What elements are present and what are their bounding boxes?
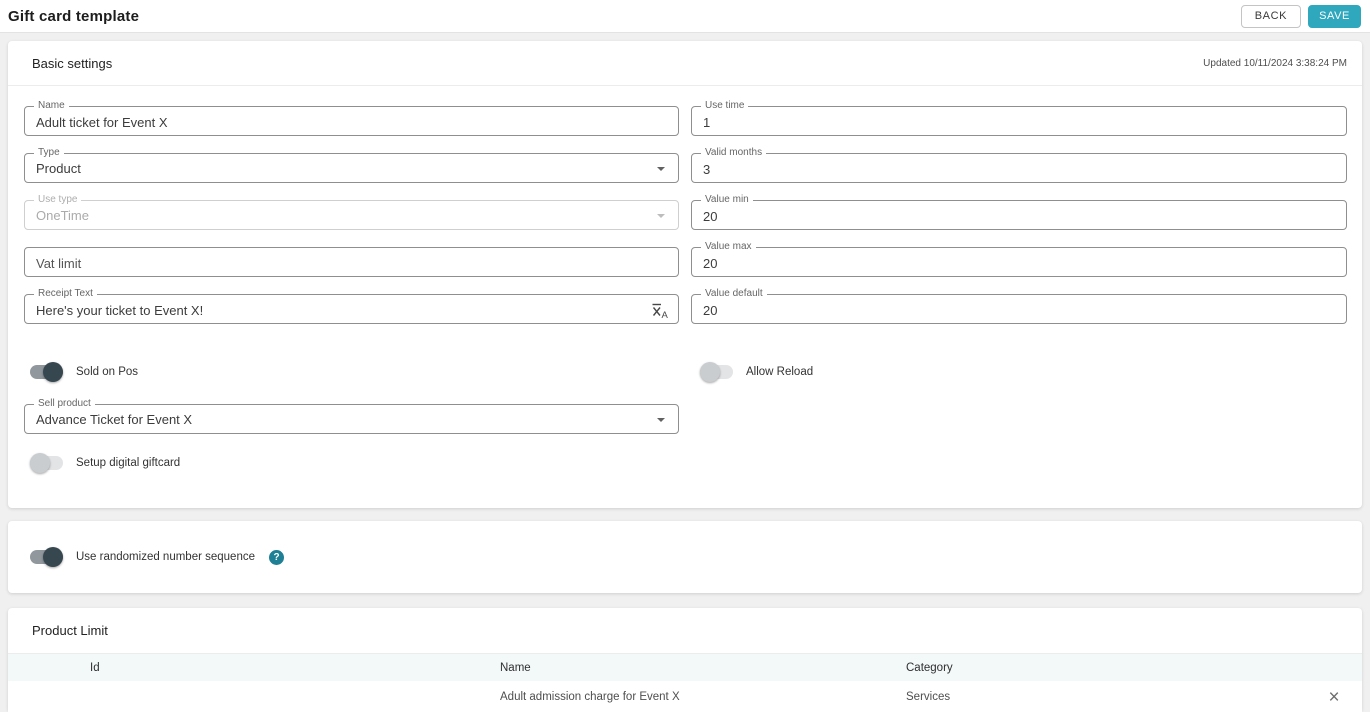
type-select[interactable]: Type Product bbox=[24, 147, 679, 183]
column-header-id: Id bbox=[90, 661, 100, 674]
value-default-field[interactable]: Value default bbox=[691, 288, 1347, 324]
valid-months-field-label: Valid months bbox=[701, 147, 767, 159]
vat-limit-input[interactable] bbox=[25, 248, 678, 276]
use-time-input[interactable] bbox=[692, 107, 1346, 135]
product-limit-title: Product Limit bbox=[32, 623, 108, 638]
value-min-input[interactable] bbox=[692, 201, 1346, 229]
value-max-field-label: Value max bbox=[701, 241, 756, 253]
product-limit-card: Product Limit Id Name Category Adult adm… bbox=[8, 608, 1362, 712]
sell-product-select-value: Advance Ticket for Event X bbox=[36, 412, 193, 427]
save-button[interactable]: SAVE bbox=[1308, 4, 1361, 28]
allow-reload-label: Allow Reload bbox=[746, 366, 814, 378]
use-time-field-label: Use time bbox=[701, 100, 749, 112]
use-type-select-value: OneTime bbox=[36, 208, 89, 223]
sell-product-select-label: Sell product bbox=[34, 398, 95, 410]
value-max-input[interactable] bbox=[692, 248, 1346, 276]
sold-on-pos-toggle[interactable]: Sold on Pos bbox=[24, 362, 679, 382]
setup-digital-giftcard-row: Setup digital giftcard bbox=[8, 453, 1362, 473]
value-default-field-label: Value default bbox=[701, 288, 767, 300]
receipt-text-field-label: Receipt Text bbox=[34, 288, 97, 300]
row-name-cell: Adult admission charge for Event X bbox=[500, 691, 680, 703]
basic-settings-header: Basic settings Updated 10/11/2024 3:38:2… bbox=[8, 41, 1362, 86]
toggle-row-group: Sold on Pos Allow Reload bbox=[8, 362, 1362, 382]
table-row: Adult admission charge for Event X Servi… bbox=[8, 681, 1362, 712]
top-bar: Gift card template BACK SAVE bbox=[0, 0, 1370, 33]
basic-settings-card: Basic settings Updated 10/11/2024 3:38:2… bbox=[8, 41, 1362, 508]
svg-text:A: A bbox=[662, 310, 669, 319]
setup-digital-giftcard-label: Setup digital giftcard bbox=[76, 457, 181, 469]
page-content: Basic settings Updated 10/11/2024 3:38:2… bbox=[0, 33, 1370, 712]
value-default-input[interactable] bbox=[692, 295, 1346, 323]
allow-reload-toggle[interactable]: Allow Reload bbox=[691, 362, 1347, 382]
receipt-text-input[interactable] bbox=[25, 295, 678, 323]
chevron-down-icon bbox=[657, 418, 665, 422]
toggle-switch[interactable] bbox=[30, 362, 63, 382]
type-select-label: Type bbox=[34, 147, 64, 159]
setup-digital-giftcard-toggle[interactable]: Setup digital giftcard bbox=[30, 453, 1347, 473]
product-limit-header: Product Limit bbox=[8, 608, 1362, 653]
column-header-name: Name bbox=[500, 661, 531, 674]
chevron-down-icon bbox=[657, 167, 665, 171]
use-time-field[interactable]: Use time bbox=[691, 100, 1347, 136]
value-min-field[interactable]: Value min bbox=[691, 194, 1347, 230]
basic-settings-title: Basic settings bbox=[32, 55, 113, 71]
page-title: Gift card template bbox=[8, 7, 140, 25]
toggle-switch[interactable] bbox=[700, 362, 733, 382]
toggle-switch[interactable] bbox=[30, 453, 63, 473]
name-field-label: Name bbox=[34, 100, 69, 112]
value-max-field[interactable]: Value max bbox=[691, 241, 1347, 277]
chevron-down-icon bbox=[657, 214, 665, 218]
randomized-sequence-label: Use randomized number sequence bbox=[76, 551, 255, 563]
updated-timestamp: Updated 10/11/2024 3:38:24 PM bbox=[1203, 57, 1347, 69]
type-select-value: Product bbox=[36, 161, 81, 176]
vat-limit-field[interactable] bbox=[24, 247, 679, 277]
name-input[interactable] bbox=[25, 107, 678, 135]
close-icon[interactable]: × bbox=[1328, 688, 1339, 707]
product-limit-table-header: Id Name Category bbox=[8, 653, 1362, 681]
sell-product-row: Sell product Advance Ticket for Event X bbox=[8, 398, 1362, 434]
column-header-category: Category bbox=[906, 661, 953, 674]
receipt-text-field[interactable]: Receipt Text A bbox=[24, 288, 679, 324]
back-button[interactable]: BACK bbox=[1240, 4, 1302, 28]
valid-months-input[interactable] bbox=[692, 154, 1346, 182]
name-field[interactable]: Name bbox=[24, 100, 679, 136]
use-type-select: Use type OneTime bbox=[24, 194, 679, 230]
sold-on-pos-label: Sold on Pos bbox=[76, 366, 139, 378]
sell-product-select[interactable]: Sell product Advance Ticket for Event X bbox=[24, 398, 679, 434]
translate-icon[interactable]: A bbox=[651, 302, 669, 321]
randomized-sequence-card: Use randomized number sequence ? bbox=[8, 521, 1362, 593]
toggle-switch[interactable] bbox=[30, 547, 63, 567]
valid-months-field[interactable]: Valid months bbox=[691, 147, 1347, 183]
row-category-cell: Services bbox=[906, 691, 951, 703]
basic-settings-form: Name Use time Type Product Valid months … bbox=[8, 86, 1362, 341]
randomized-sequence-toggle[interactable]: Use randomized number sequence bbox=[30, 547, 255, 567]
help-icon[interactable]: ? bbox=[269, 549, 284, 565]
use-type-select-label: Use type bbox=[34, 194, 82, 206]
value-min-field-label: Value min bbox=[701, 194, 753, 206]
